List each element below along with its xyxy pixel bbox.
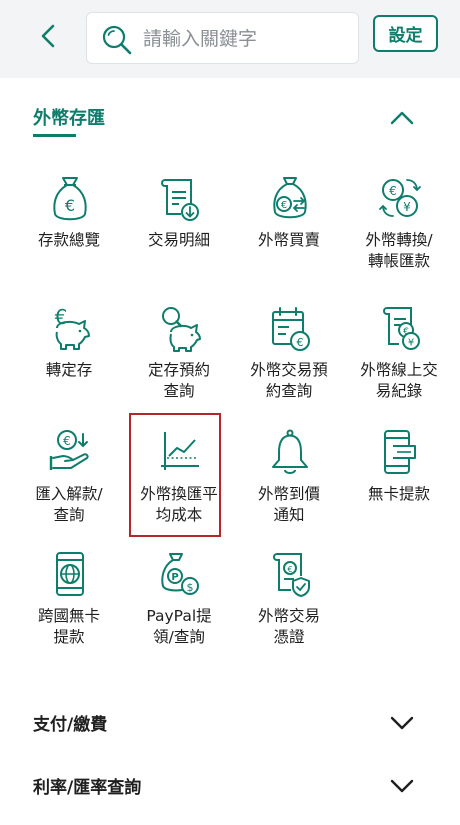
svg-text:€: € (281, 200, 287, 211)
tile-inward-remittance[interactable]: € 匯入解款/ 查詢 (17, 428, 121, 548)
search-box[interactable] (86, 12, 359, 64)
document-yen-icon: € ¥ (383, 307, 420, 350)
tile-currency-certificate[interactable]: € 外幣交易 憑證 (237, 550, 341, 670)
top-bar: 設定 (0, 0, 460, 78)
tile-online-transaction-record[interactable]: € ¥ 外幣線上交 易紀錄 (347, 304, 451, 424)
euro-piggy-bank-icon: € (55, 305, 90, 350)
svg-text:€: € (63, 434, 71, 448)
currency-exchange-bag-icon: € (273, 177, 307, 219)
bell-icon (272, 429, 308, 474)
svg-text:¥: ¥ (408, 338, 414, 349)
tile-label: 轉定存 (45, 361, 93, 379)
tile-price-alert[interactable]: 外幣到價 通知 (237, 428, 341, 548)
collapse-button[interactable] (386, 102, 418, 134)
tile-transaction-details[interactable]: 交易明細 (127, 174, 231, 294)
accordion-payment[interactable]: 支付/繳費 (0, 698, 460, 748)
tile-label: 外幣交易 憑證 (257, 607, 320, 646)
section-title-underline (33, 134, 76, 137)
settings-button[interactable]: 設定 (373, 15, 438, 52)
chevron-down-icon (390, 779, 414, 793)
back-button[interactable] (30, 18, 66, 54)
svg-text:€: € (297, 336, 304, 349)
svg-text:€: € (389, 184, 397, 198)
accordion-label: 支付/繳費 (33, 715, 108, 735)
tile-label: 外幣到價 通知 (257, 485, 320, 524)
tile-label: 外幣線上交 易紀錄 (360, 361, 438, 400)
line-chart-icon (161, 432, 199, 470)
svg-text:$: $ (187, 581, 194, 594)
tile-average-exchange-cost[interactable]: 外幣換匯平 均成本 (127, 428, 231, 548)
section-header-foreign-currency[interactable]: 外幣存匯 (0, 96, 460, 142)
paypal-dollar-bag-icon: P $ (161, 553, 199, 595)
tile-label: 無卡提款 (367, 485, 430, 503)
tile-label: 存款總覽 (37, 231, 100, 249)
tile-label: 外幣換匯平 均成本 (140, 485, 218, 524)
svg-text:€: € (65, 196, 75, 215)
tile-currency-trading[interactable]: € 外幣買賣 (237, 174, 341, 294)
calendar-currency-icon: € (272, 307, 310, 351)
tile-label: 外幣交易預 約查詢 (250, 361, 328, 400)
accordion-interest-rates[interactable]: 利率/匯率查詢 (0, 761, 460, 811)
svg-text:€: € (55, 305, 68, 329)
tile-label: 匯入解款/ 查詢 (35, 485, 103, 524)
tile-currency-convert-transfer[interactable]: € ¥ 外幣轉換/ 轉帳匯款 (347, 174, 451, 294)
tile-label: 跨國無卡 提款 (37, 607, 100, 646)
receipt-download-icon (161, 179, 199, 221)
tile-cross-border-cardless[interactable]: 跨國無卡 提款 (17, 550, 121, 670)
tile-cardless-withdrawal[interactable]: 無卡提款 (347, 428, 451, 548)
section-title: 外幣存匯 (33, 108, 105, 129)
tile-label: 外幣買賣 (257, 231, 320, 249)
svg-text:¥: ¥ (403, 200, 411, 214)
chevron-down-icon (390, 716, 414, 730)
tile-label: PayPal提 領/查詢 (146, 607, 212, 646)
phone-withdraw-icon (384, 430, 416, 474)
tile-paypal-withdraw[interactable]: P $ PayPal提 領/查詢 (127, 550, 231, 670)
tile-label: 交易明細 (147, 231, 210, 249)
chevron-up-icon (390, 111, 414, 125)
tile-label: 外幣轉換/ 轉帳匯款 (365, 231, 433, 270)
chevron-left-icon (41, 24, 55, 48)
piggy-bank-search-icon (162, 307, 201, 352)
accordion-label: 利率/匯率查詢 (33, 778, 142, 798)
tile-currency-reservation-query[interactable]: € 外幣交易預 約查詢 (237, 304, 341, 424)
search-input[interactable] (143, 21, 343, 57)
tile-label: 定存預約 查詢 (147, 361, 210, 400)
svg-text:€: € (287, 565, 292, 574)
tile-time-deposit[interactable]: € 轉定存 (17, 304, 121, 424)
phone-globe-icon (56, 552, 84, 596)
tile-time-deposit-appointment[interactable]: 定存預約 查詢 (127, 304, 231, 424)
tile-deposit-overview[interactable]: € 存款總覽 (17, 174, 121, 294)
euro-money-bag-icon: € (53, 177, 87, 221)
search-icon (102, 25, 132, 55)
currency-convert-icon: € ¥ (379, 179, 421, 217)
euro-certificate-icon: € (273, 553, 310, 597)
hand-euro-coin-icon: € (49, 430, 89, 470)
svg-text:P: P (171, 572, 178, 583)
